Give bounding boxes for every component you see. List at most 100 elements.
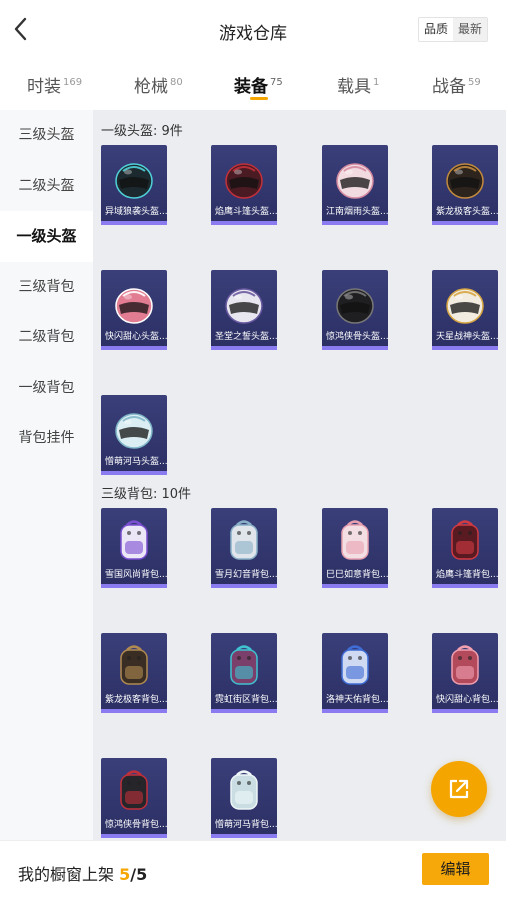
tab-label: 装备 bbox=[234, 77, 268, 97]
backpack-icon bbox=[341, 645, 369, 685]
quality-bar bbox=[101, 346, 167, 350]
item-tile[interactable]: 洛神天佑背包... bbox=[322, 633, 388, 713]
edit-button[interactable]: 编辑 bbox=[422, 853, 489, 885]
item-name: 圣堂之誓头盔... bbox=[215, 332, 277, 342]
item-name: 霓虹街区背包... bbox=[215, 695, 277, 705]
helmet-icon bbox=[225, 288, 263, 324]
share-external-icon bbox=[449, 779, 469, 799]
item-tile[interactable]: 异域狼袭头盔... bbox=[101, 145, 167, 225]
item-tile[interactable]: 惊鸿侠骨头盔... bbox=[322, 270, 388, 350]
item-tile[interactable]: 天星战神头盔... bbox=[432, 270, 498, 350]
item-tile[interactable]: 江南烟雨头盔... bbox=[322, 145, 388, 225]
item-tile[interactable]: 焰鹰斗篷背包... bbox=[432, 508, 498, 588]
backpack-icon bbox=[230, 520, 258, 560]
tab-label: 枪械 bbox=[134, 77, 168, 97]
showcase-label: 我的橱窗上架 bbox=[18, 865, 115, 884]
quality-bar bbox=[432, 584, 498, 588]
quality-bar bbox=[432, 346, 498, 350]
item-tile[interactable]: 霓虹街区背包... bbox=[211, 633, 277, 713]
item-tile[interactable]: 憎萌河马头盔... bbox=[101, 395, 167, 475]
item-grid: 一级头盔: 9件 三级背包: 10件 异域狼袭头盔... 焰鹰斗篷头盔... 江南烟… bbox=[93, 110, 506, 840]
sort-by-quality[interactable]: 品质 bbox=[418, 18, 453, 41]
quality-bar bbox=[101, 584, 167, 588]
backpack-icon bbox=[120, 645, 148, 685]
helmet-icon bbox=[225, 163, 263, 199]
item-name: 紫龙极客头盔... bbox=[436, 207, 498, 217]
quality-bar bbox=[211, 346, 277, 350]
item-name: 快闪甜心头盔... bbox=[105, 332, 167, 342]
showcase-total: /5 bbox=[130, 865, 148, 884]
item-name: 憎萌河马背包... bbox=[215, 820, 277, 830]
sort-toggle: 品质 最新 bbox=[417, 17, 488, 42]
item-name: 天星战神头盔... bbox=[436, 332, 498, 342]
quality-bar bbox=[322, 709, 388, 713]
tab-supplies[interactable]: 战备 59 bbox=[432, 72, 481, 97]
quality-bar bbox=[211, 584, 277, 588]
sidebar-item-level1-backpack[interactable]: 一级背包 bbox=[0, 363, 93, 414]
sidebar-item-level2-backpack[interactable]: 二级背包 bbox=[0, 312, 93, 363]
tab-fashion[interactable]: 时装 169 bbox=[27, 72, 82, 97]
helmet-icon bbox=[115, 163, 153, 199]
quality-bar bbox=[322, 221, 388, 225]
tab-count: 1 bbox=[373, 77, 380, 88]
helmet-icon bbox=[336, 288, 374, 324]
tab-weapons[interactable]: 枪械 80 bbox=[134, 72, 183, 97]
helmet-icon bbox=[446, 163, 484, 199]
section-title: 一级头盔: 9件 bbox=[101, 124, 183, 139]
item-tile[interactable]: 紫龙极客背包... bbox=[101, 633, 167, 713]
tab-count: 80 bbox=[170, 77, 183, 88]
item-tile[interactable]: 焰鹰斗篷头盔... bbox=[211, 145, 277, 225]
item-name: 江南烟雨头盔... bbox=[326, 207, 388, 217]
item-tile[interactable]: 圣堂之誓头盔... bbox=[211, 270, 277, 350]
backpack-icon bbox=[451, 520, 479, 560]
quality-bar bbox=[211, 834, 277, 838]
quality-bar bbox=[211, 709, 277, 713]
tab-count: 59 bbox=[468, 77, 481, 88]
tab-label: 时装 bbox=[27, 77, 61, 97]
sidebar-item-backpack-pendant[interactable]: 背包挂件 bbox=[0, 413, 93, 464]
quality-bar bbox=[432, 709, 498, 713]
tab-equipment[interactable]: 装备 75 bbox=[234, 72, 283, 97]
backpack-icon bbox=[120, 770, 148, 810]
quality-bar bbox=[101, 221, 167, 225]
sidebar-item-level3-backpack[interactable]: 三级背包 bbox=[0, 262, 93, 313]
helmet-icon bbox=[336, 163, 374, 199]
item-tile[interactable]: 惊鸿侠骨背包... bbox=[101, 758, 167, 838]
tab-count: 75 bbox=[270, 77, 283, 88]
top-bar: 游戏仓库 品质 最新 bbox=[0, 0, 506, 60]
tab-vehicles[interactable]: 载具 1 bbox=[337, 72, 379, 97]
item-tile[interactable]: 雪国风尚背包... bbox=[101, 508, 167, 588]
item-name: 焰鹰斗篷头盔... bbox=[215, 207, 277, 217]
item-name: 焰鹰斗篷背包... bbox=[436, 570, 498, 580]
item-tile[interactable]: 巳巳如意背包... bbox=[322, 508, 388, 588]
showcase-count: 我的橱窗上架 5/5 bbox=[18, 861, 147, 885]
item-tile[interactable]: 快闪甜心背包... bbox=[432, 633, 498, 713]
item-tile[interactable]: 紫龙极客头盔... bbox=[432, 145, 498, 225]
helmet-icon bbox=[115, 413, 153, 449]
share-button[interactable] bbox=[431, 761, 487, 817]
item-name: 憎萌河马头盔... bbox=[105, 457, 167, 467]
item-name: 异域狼袭头盔... bbox=[105, 207, 167, 217]
backpack-icon bbox=[120, 520, 148, 560]
quality-bar bbox=[322, 584, 388, 588]
quality-bar bbox=[101, 709, 167, 713]
sidebar-item-level2-helmet[interactable]: 二级头盔 bbox=[0, 161, 93, 212]
item-name: 巳巳如意背包... bbox=[326, 570, 388, 580]
quality-bar bbox=[322, 346, 388, 350]
sidebar-item-level1-helmet[interactable]: 一级头盔 bbox=[0, 211, 93, 262]
section-title: 三级背包: 10件 bbox=[101, 487, 192, 502]
backpack-icon bbox=[451, 645, 479, 685]
sort-by-newest[interactable]: 最新 bbox=[452, 18, 487, 41]
item-tile[interactable]: 憎萌河马背包... bbox=[211, 758, 277, 838]
item-name: 惊鸿侠骨头盔... bbox=[326, 332, 388, 342]
item-tile[interactable]: 快闪甜心头盔... bbox=[101, 270, 167, 350]
item-name: 雪国风尚背包... bbox=[105, 570, 167, 580]
item-tile[interactable]: 雪月幻音背包... bbox=[211, 508, 277, 588]
tab-label: 载具 bbox=[337, 77, 371, 97]
item-name: 惊鸿侠骨背包... bbox=[105, 820, 167, 830]
item-name: 雪月幻音背包... bbox=[215, 570, 277, 580]
quality-bar bbox=[101, 471, 167, 475]
sidebar-item-level3-helmet[interactable]: 三级头盔 bbox=[0, 110, 93, 161]
showcase-current: 5 bbox=[119, 865, 131, 884]
quality-bar bbox=[432, 221, 498, 225]
